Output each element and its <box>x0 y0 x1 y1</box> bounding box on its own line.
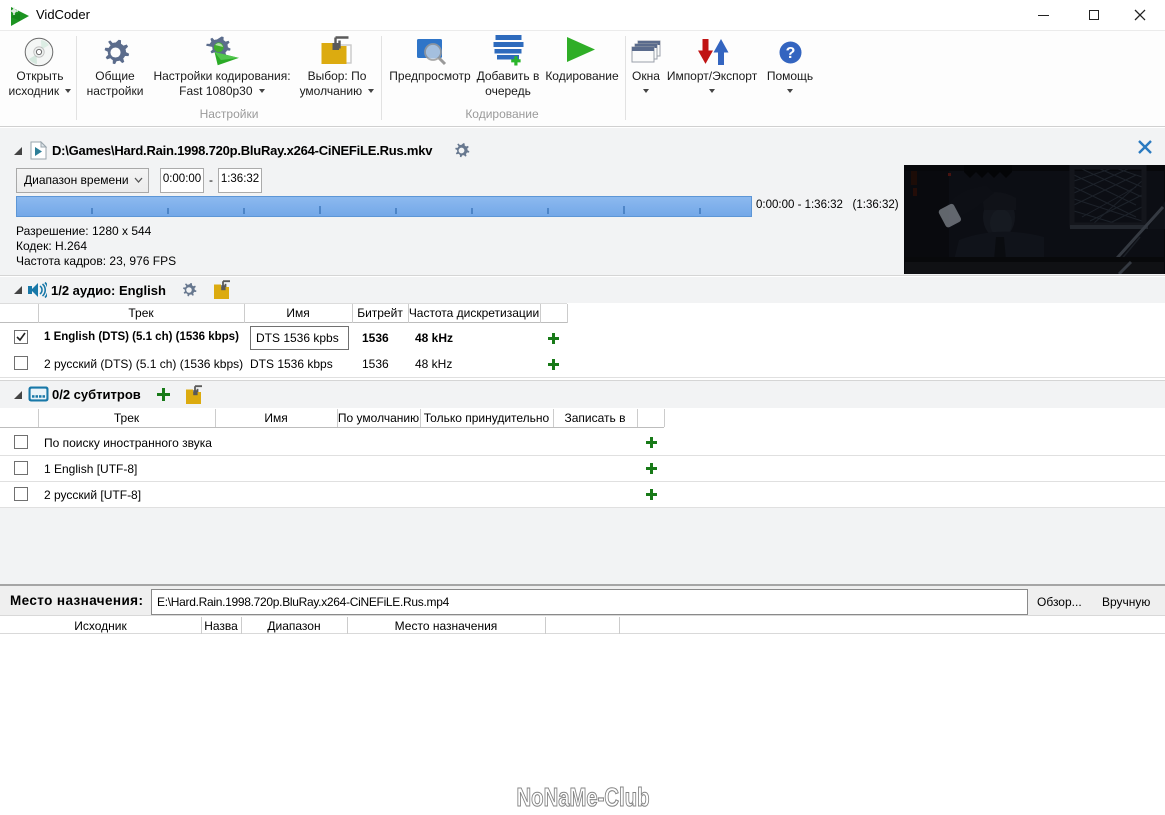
svg-text:?: ? <box>786 45 796 62</box>
